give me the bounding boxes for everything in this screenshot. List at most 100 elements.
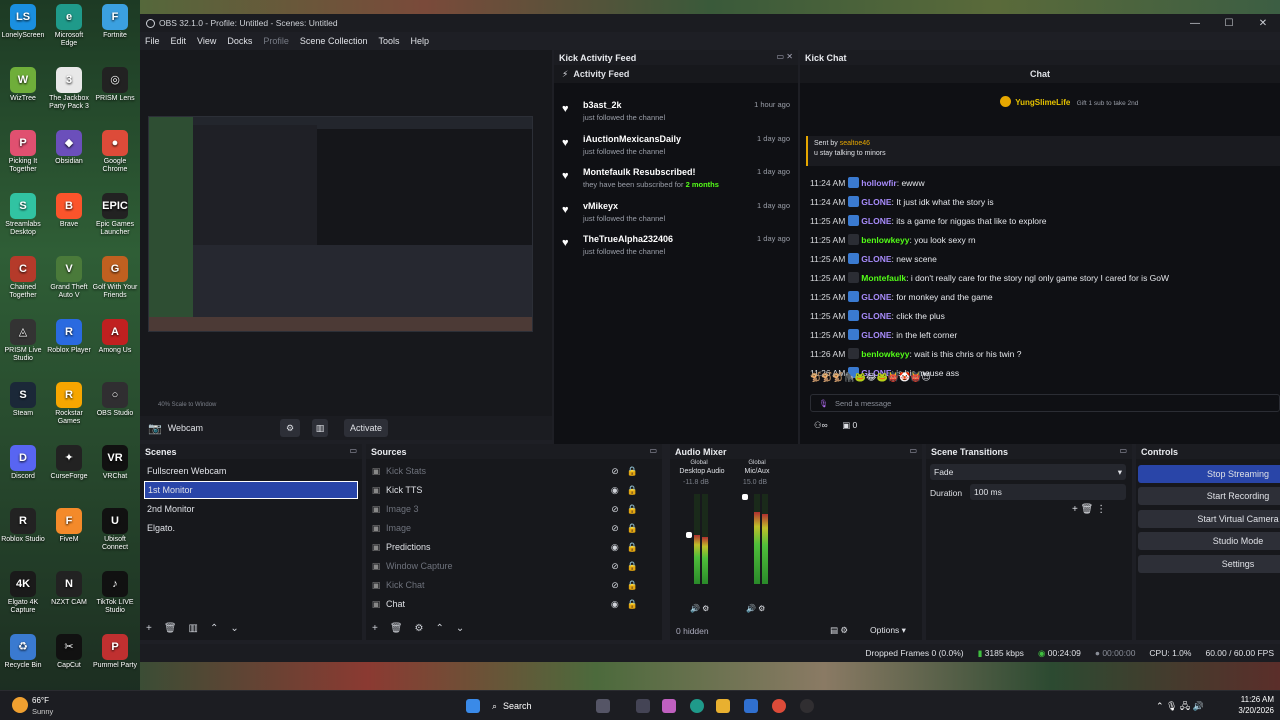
desktop-icon[interactable]: ◎ PRISM Lens: [92, 67, 138, 103]
desktop-icon[interactable]: V Grand Theft Auto V: [46, 256, 92, 300]
chat-user[interactable]: benlowkeyy: [861, 235, 909, 245]
chat-user[interactable]: Montefaulk: [861, 273, 906, 283]
move-up-icon[interactable]: ⌃: [436, 623, 444, 634]
channel-name[interactable]: Desktop Audio: [670, 468, 734, 475]
eye-hidden-icon[interactable]: ⊘: [611, 561, 619, 572]
dock-close-icon[interactable]: ▭ ✕: [777, 52, 793, 61]
eye-hidden-icon[interactable]: ⊘: [611, 580, 619, 591]
lock-icon[interactable]: 🔒: [627, 542, 638, 553]
menu-scene-collection[interactable]: Scene Collection: [300, 36, 368, 46]
dock-float-icon[interactable]: ▭: [349, 446, 357, 455]
scene-item[interactable]: 2nd Monitor: [144, 500, 358, 518]
store-icon[interactable]: [744, 699, 758, 713]
desktop-icon[interactable]: C Chained Together: [0, 256, 46, 300]
scene-filter-icon[interactable]: ▥: [189, 623, 198, 634]
desktop-icon[interactable]: S Streamlabs Desktop: [0, 193, 46, 237]
chat-user[interactable]: GLONE: [861, 216, 891, 226]
mute-icon[interactable]: 🔊 ⚙: [746, 604, 765, 613]
chat-user[interactable]: GLONE: [861, 311, 891, 321]
dock-float-icon[interactable]: ▭: [1119, 446, 1127, 455]
lock-icon[interactable]: 🔒: [627, 504, 638, 515]
desktop-icon[interactable]: 4K Elgato 4K Capture: [0, 571, 46, 615]
menu-docks[interactable]: Docks: [227, 36, 252, 46]
duration-input[interactable]: 100 ms: [970, 484, 1126, 500]
mute-icon[interactable]: 🔊 ⚙: [690, 604, 709, 613]
channel-name[interactable]: Mic/Aux: [730, 468, 784, 475]
desktop-icon[interactable]: R Rockstar Games: [46, 382, 92, 426]
desktop-icon[interactable]: ○ OBS Studio: [92, 382, 138, 418]
desktop-icon[interactable]: F Fortnite: [92, 4, 138, 40]
add-source-icon[interactable]: +: [372, 623, 378, 634]
start-recording-button[interactable]: Start Recording: [1138, 487, 1280, 505]
desktop-icon[interactable]: ◬ PRISM Live Studio: [0, 319, 46, 363]
source-filters-icon[interactable]: ▥: [312, 419, 328, 437]
chrome-icon[interactable]: [772, 699, 786, 713]
volume-slider-handle[interactable]: [686, 532, 692, 538]
move-up-icon[interactable]: ⌃: [210, 623, 218, 634]
eye-hidden-icon[interactable]: ⊘: [611, 504, 619, 515]
lock-icon[interactable]: 🔒: [627, 599, 638, 610]
desktop-icon[interactable]: R Roblox Studio: [0, 508, 46, 544]
chat-user[interactable]: GLONE: [861, 254, 891, 264]
lock-icon[interactable]: 🔒: [627, 485, 638, 496]
desktop-icon[interactable]: N NZXT CAM: [46, 571, 92, 607]
eye-icon[interactable]: ◉: [611, 485, 619, 496]
eye-icon[interactable]: ◉: [611, 599, 619, 610]
remove-scene-icon[interactable]: 🗑: [164, 623, 177, 634]
copilot-icon[interactable]: [662, 699, 676, 713]
source-item[interactable]: ▣ Kick Stats ⊘ 🔒: [370, 462, 652, 480]
emote-row[interactable]: 🐒🐒🐒🦍🐸😂🐸👹🤡👹😈: [810, 372, 931, 383]
tray-icons[interactable]: ⌃ 🎙 🖧 🔊: [1156, 699, 1204, 715]
add-scene-icon[interactable]: +: [146, 623, 152, 634]
eye-hidden-icon[interactable]: ⊘: [611, 466, 619, 477]
source-item[interactable]: ▣ Kick Chat ⊘ 🔒: [370, 576, 652, 594]
desktop-icon[interactable]: P Pummel Party: [92, 634, 138, 670]
eye-hidden-icon[interactable]: ⊘: [611, 523, 619, 534]
chat-user[interactable]: GLONE: [861, 330, 891, 340]
users-icon[interactable]: ⚇∞: [814, 420, 828, 430]
close-icon[interactable]: ✕: [1246, 14, 1280, 32]
stop-streaming-button[interactable]: Stop Streaming: [1138, 465, 1280, 483]
desktop-icon[interactable]: G Golf With Your Friends: [92, 256, 138, 300]
menu-edit[interactable]: Edit: [171, 36, 187, 46]
move-down-icon[interactable]: ⌄: [456, 623, 464, 634]
desktop-icon[interactable]: ♻ Recycle Bin: [0, 634, 46, 670]
menu-help[interactable]: Help: [410, 36, 429, 46]
source-item[interactable]: ▣ Image ⊘ 🔒: [370, 519, 652, 537]
desktop-icon[interactable]: S Steam: [0, 382, 46, 418]
menu-file[interactable]: File: [145, 36, 160, 46]
desktop-icon[interactable]: 3 The Jackbox Party Pack 3: [46, 67, 92, 111]
desktop-icon[interactable]: LS LonelyScreen: [0, 4, 46, 40]
chat-user[interactable]: benlowkeyy: [861, 349, 909, 359]
start-icon[interactable]: [466, 699, 480, 713]
desktop-icon[interactable]: R Roblox Player: [46, 319, 92, 355]
lock-icon[interactable]: 🔒: [627, 561, 638, 572]
chat-input[interactable]: 🎙 Send a message: [810, 394, 1280, 412]
desktop-icon[interactable]: ✂ CapCut: [46, 634, 92, 670]
desktop-icon[interactable]: A Among Us: [92, 319, 138, 355]
edge-icon[interactable]: [690, 699, 704, 713]
dock-float-icon[interactable]: ▭: [909, 446, 917, 455]
desktop-icon[interactable]: U Ubisoft Connect: [92, 508, 138, 552]
menu-view[interactable]: View: [197, 36, 216, 46]
dock-float-icon[interactable]: ▭: [649, 446, 657, 455]
weather-icon[interactable]: [12, 697, 28, 713]
source-properties-icon[interactable]: ⚙: [415, 623, 424, 634]
desktop-icon[interactable]: D Discord: [0, 445, 46, 481]
minimize-icon[interactable]: —: [1178, 14, 1212, 32]
desktop-icon[interactable]: W WizTree: [0, 67, 46, 103]
menu-profile[interactable]: Profile: [263, 36, 289, 46]
obs-taskbar-icon[interactable]: [800, 699, 814, 713]
menu-tools[interactable]: Tools: [378, 36, 399, 46]
desktop-icon[interactable]: ◆ Obsidian: [46, 130, 92, 166]
chat-user[interactable]: hollowfir: [861, 178, 896, 188]
transition-actions[interactable]: + 🗑 ⋮: [1072, 504, 1106, 515]
move-down-icon[interactable]: ⌄: [230, 623, 238, 634]
desktop-icon[interactable]: VR VRChat: [92, 445, 138, 481]
desktop-icon[interactable]: ♪ TikTok LIVE Studio: [92, 571, 138, 615]
source-item[interactable]: ▣ Window Capture ⊘ 🔒: [370, 557, 652, 575]
desktop-icon[interactable]: ✦ CurseForge: [46, 445, 92, 481]
lock-icon[interactable]: 🔒: [627, 523, 638, 534]
transition-select[interactable]: Fade ▾: [930, 464, 1126, 480]
volume-slider-handle[interactable]: [742, 494, 748, 500]
